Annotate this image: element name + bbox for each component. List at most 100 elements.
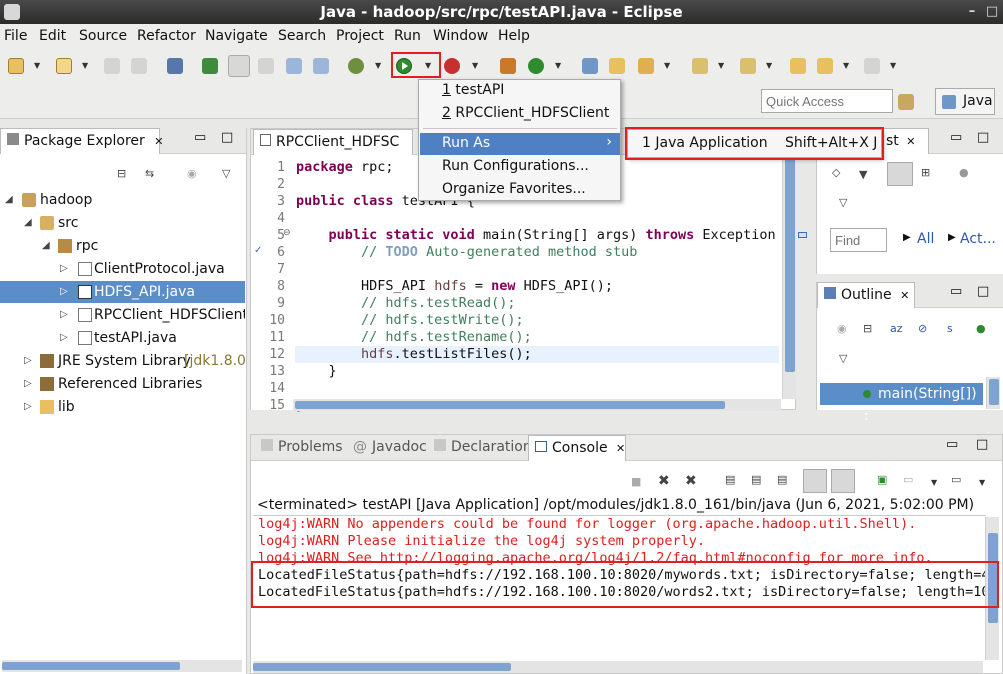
maximize-view-icon[interactable]: □: [977, 284, 989, 299]
save-icon[interactable]: [104, 58, 120, 74]
open-task-icon[interactable]: [582, 58, 598, 74]
open-folder-icon[interactable]: [609, 58, 625, 74]
new-task-icon[interactable]: ◇: [832, 166, 840, 179]
open-console-icon[interactable]: ▭: [951, 473, 961, 486]
skip-breakpoints-icon[interactable]: [167, 58, 183, 74]
remove-all-launches-icon[interactable]: ✖: [685, 473, 697, 489]
maximize-view-icon[interactable]: □: [977, 130, 989, 145]
quick-access-input[interactable]: [761, 89, 893, 113]
tab-javadoc[interactable]: @ Javadoc: [347, 435, 431, 461]
menu-source[interactable]: Source: [79, 28, 127, 44]
tab-console[interactable]: Console ✕: [528, 435, 626, 461]
collapsed-icon[interactable]: ▷: [60, 281, 68, 303]
collapse-all-icon[interactable]: ⊟: [117, 167, 126, 180]
clear-console-icon[interactable]: ▤: [725, 473, 735, 486]
sort-icon[interactable]: az: [890, 322, 903, 335]
link-editor-icon[interactable]: ⇆: [145, 167, 154, 180]
expanded-icon[interactable]: ◢: [24, 212, 32, 234]
scheduled-icon[interactable]: ⊞: [921, 166, 930, 179]
show-on-stderr-icon[interactable]: [831, 469, 855, 493]
annotation-icon[interactable]: [258, 58, 274, 74]
tab-rpcclient-hdfsc[interactable]: RPCClient_HDFSC: [253, 129, 413, 155]
tab-declaration[interactable]: Declaration: [428, 435, 532, 461]
minimize-view-icon[interactable]: ▭: [946, 437, 958, 452]
outline-item-main[interactable]: main(String[]) :: [820, 383, 983, 424]
console-horizontal-scrollbar[interactable]: [253, 661, 983, 673]
tree-jre-library[interactable]: ▷ JRE System Library [jdk1.8.0_161]: [0, 350, 245, 372]
tree-file-hdfs-api[interactable]: ▷ HDFS_API.java: [0, 281, 245, 303]
tab-problems[interactable]: Problems: [255, 435, 347, 461]
tree-file-testapi[interactable]: ▷ testAPI.java: [0, 327, 245, 349]
expanded-icon[interactable]: ◢: [5, 189, 13, 211]
external-tools-icon[interactable]: [500, 58, 516, 74]
last-edit-icon[interactable]: [790, 58, 806, 74]
tab-task-list[interactable]: st ✕: [879, 128, 929, 154]
tree-file-clientprotocol[interactable]: ▷ ClientProtocol.java: [0, 258, 245, 280]
terminate-icon[interactable]: ■: [631, 475, 641, 488]
menu-item-run-configurations[interactable]: Run Configurations...: [420, 156, 620, 178]
tree-folder-src[interactable]: ◢ src: [0, 212, 245, 234]
view-menu-icon[interactable]: ▽: [839, 352, 847, 365]
maximize-icon[interactable]: □: [983, 3, 1001, 21]
focus-icon[interactable]: ◉: [187, 167, 197, 180]
hide-nonpublic-icon[interactable]: ●: [976, 322, 986, 335]
tab-package-explorer[interactable]: Package Explorer ✕: [0, 128, 163, 154]
minimize-view-icon[interactable]: ▭: [950, 130, 962, 145]
refresh-icon[interactable]: [528, 58, 544, 74]
collapsed-icon[interactable]: ▷: [24, 350, 32, 372]
scroll-lock-icon[interactable]: ▤: [751, 473, 761, 486]
hide-fields-icon[interactable]: ⊘: [918, 322, 927, 335]
close-icon[interactable]: ✕: [154, 135, 163, 148]
activate-link[interactable]: Act...: [960, 231, 996, 247]
menu-project[interactable]: Project: [336, 28, 384, 44]
scroll-thumb[interactable]: [989, 379, 999, 405]
collapsed-icon[interactable]: ▷: [60, 258, 68, 280]
forward-icon[interactable]: [864, 58, 880, 74]
menu-item-rpcclient[interactable]: 2 RPCClient_HDFSClient: [420, 103, 620, 125]
hide-completed-icon[interactable]: ●: [959, 166, 969, 179]
menu-item-testapi[interactable]: 1 testAPI: [420, 80, 620, 102]
overview-marker[interactable]: [798, 232, 807, 238]
scroll-thumb[interactable]: [2, 662, 180, 670]
menu-edit[interactable]: Edit: [39, 28, 66, 44]
eclipse-app-icon[interactable]: [4, 4, 20, 20]
minimize-icon[interactable]: –: [963, 3, 981, 21]
debug-icon[interactable]: [348, 58, 364, 74]
categorized-icon[interactable]: [887, 162, 913, 186]
editor-vertical-scrollbar[interactable]: [782, 155, 796, 399]
menu-run[interactable]: Run: [394, 28, 421, 44]
java-perspective-button[interactable]: Java: [935, 88, 995, 115]
all-link[interactable]: All: [917, 231, 934, 247]
close-icon[interactable]: ✕: [900, 289, 909, 302]
maximize-view-icon[interactable]: □: [221, 130, 233, 145]
menu-window[interactable]: Window: [433, 28, 488, 44]
new-icon[interactable]: [8, 58, 24, 74]
save-all-icon[interactable]: [131, 58, 147, 74]
tree-package-rpc[interactable]: ◢ rpc: [0, 235, 245, 257]
editor-horizontal-scrollbar[interactable]: [293, 399, 781, 411]
pkg-horizontal-scrollbar[interactable]: [2, 660, 242, 672]
tree-folder-lib[interactable]: ▷ lib: [0, 396, 245, 418]
view-menu-icon[interactable]: ▽: [222, 167, 230, 180]
back-icon[interactable]: [817, 58, 833, 74]
menu-help[interactable]: Help: [498, 28, 530, 44]
menu-refactor[interactable]: Refactor: [137, 28, 196, 44]
view-menu-icon[interactable]: ▽: [839, 196, 847, 209]
collapsed-icon[interactable]: ▷: [60, 327, 68, 349]
open-perspective-icon[interactable]: [898, 94, 914, 110]
previous-annotation-icon[interactable]: [740, 58, 756, 74]
collapsed-icon[interactable]: ▷: [24, 373, 32, 395]
tree-referenced-libraries[interactable]: ▷ Referenced Libraries: [0, 373, 245, 395]
coverage-icon[interactable]: [444, 58, 460, 74]
collapsed-icon[interactable]: ▷: [60, 304, 68, 326]
show-whitespace-icon[interactable]: [313, 58, 329, 74]
dropdown-arrow-icon[interactable]: ▼: [859, 168, 867, 181]
mark-occurrences-icon[interactable]: [228, 55, 250, 77]
collapse-all-icon[interactable]: ⊟: [863, 322, 872, 335]
scroll-thumb[interactable]: [295, 401, 725, 409]
show-on-stdout-icon[interactable]: [803, 469, 827, 493]
scroll-thumb[interactable]: [785, 157, 795, 372]
display-console-icon[interactable]: ▭: [903, 473, 913, 486]
maximize-view-icon[interactable]: □: [976, 437, 988, 452]
menu-search[interactable]: Search: [278, 28, 326, 44]
